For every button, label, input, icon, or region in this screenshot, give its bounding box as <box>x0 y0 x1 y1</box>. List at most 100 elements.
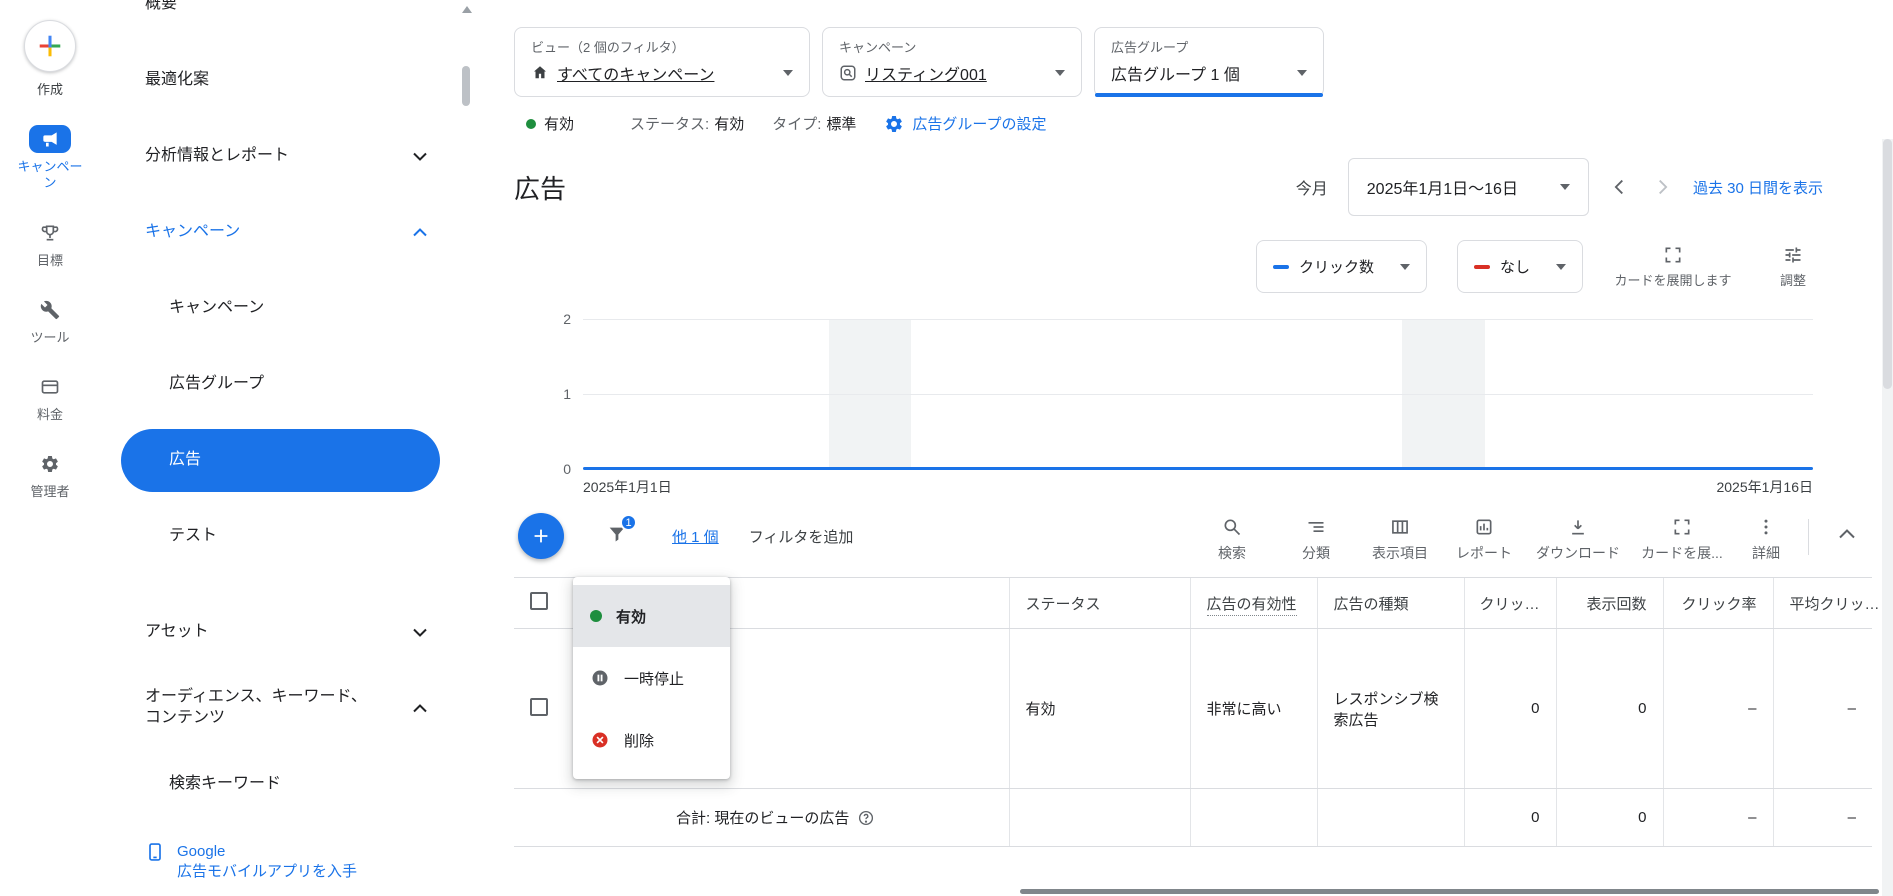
page-title: 広告 <box>514 169 566 206</box>
more-options-button[interactable]: 詳細 <box>1734 513 1798 563</box>
ad-group-status-dropdown[interactable]: 有効 <box>544 113 574 134</box>
filter-button[interactable]: 1 <box>606 523 628 545</box>
scope-selector-row: ビュー（2 個のフィルタ） すべてのキャンペーン キャンペーン <box>514 27 1893 97</box>
segment-label: 分類 <box>1302 543 1330 563</box>
download-button[interactable]: ダウンロード <box>1526 513 1630 563</box>
total-label-cell: 合計: 現在のビューの広告 <box>514 789 1009 847</box>
toolbar-divider <box>1808 519 1809 555</box>
menu-item-paused[interactable]: 一時停止 <box>573 647 730 709</box>
horizontal-scrollbar-thumb[interactable] <box>1020 889 1879 894</box>
column-ad-strength[interactable]: 広告の有効性 <box>1190 578 1317 629</box>
page-header: 広告 今月 2025年1月1日～16日 過去 30 日間を表示 <box>514 158 1823 216</box>
rail-item-goals[interactable]: 目標 <box>14 219 86 269</box>
column-ad-type[interactable]: 広告の種類 <box>1317 578 1464 629</box>
sidebar-section-audiences[interactable]: オーディエンス、キーワード、コンテンツ <box>100 670 478 746</box>
more-vertical-dots-icon <box>1756 517 1776 537</box>
ad-group-selector-label: 広告グループ <box>1111 37 1307 56</box>
ad-group-settings-link[interactable]: 広告グループの設定 <box>912 113 1046 134</box>
ad-group-selector[interactable]: 広告グループ 広告グループ 1 個 <box>1094 27 1324 97</box>
chevron-down-icon <box>413 628 427 637</box>
columns-button[interactable]: 表示項目 <box>1358 513 1442 563</box>
rail-item-campaigns[interactable]: キャンペーン <box>14 125 86 192</box>
smartphone-icon <box>145 842 165 883</box>
rail-item-tools[interactable]: ツール <box>14 296 86 346</box>
previous-period-button[interactable] <box>1609 176 1631 198</box>
menu-removed-label: 削除 <box>624 730 654 751</box>
column-clicks-sorted[interactable]: クリッ… <box>1464 578 1556 629</box>
collapse-table-chevron-up[interactable] <box>1819 513 1865 547</box>
expand-icon <box>1672 517 1692 537</box>
chevron-up-icon <box>413 228 427 237</box>
column-ctr[interactable]: クリック率 <box>1663 578 1773 629</box>
icon-rail: 作成 キャンペーン 目標 ツール 料金 <box>0 0 100 896</box>
create-label: 作成 <box>37 79 63 98</box>
sidebar-section-assets[interactable]: アセット <box>100 594 478 670</box>
settings-gear-icon <box>884 114 904 134</box>
help-icon[interactable] <box>857 809 875 827</box>
view-selector[interactable]: ビュー（2 個のフィルタ） すべてのキャンペーン <box>514 27 810 97</box>
column-avg-cpc[interactable]: 平均クリッ… <box>1773 578 1872 629</box>
more-filters-link[interactable]: 他 1 個 <box>672 526 719 547</box>
next-period-button[interactable] <box>1651 176 1673 198</box>
total-label: 合計: 現在のビューの広告 <box>676 807 849 828</box>
performance-chart: 2 1 0 <box>583 319 1813 469</box>
add-filter-button[interactable]: フィルタを追加 <box>749 526 854 547</box>
sidebar-item-experiments[interactable]: テスト <box>100 498 478 574</box>
report-button[interactable]: レポート <box>1442 513 1526 563</box>
rail-label-goals: 目標 <box>37 253 63 269</box>
secondary-metric-selector[interactable]: なし <box>1457 240 1583 293</box>
select-all-checkbox[interactable] <box>530 592 548 610</box>
mobile-app-text: Google 広告モバイルアプリを入手 <box>177 842 357 883</box>
ad-groups-label: 広告グループ <box>169 374 264 395</box>
vertical-scrollbar[interactable] <box>1882 139 1893 896</box>
primary-metric-selector[interactable]: クリック数 <box>1256 240 1427 293</box>
caret-down-icon <box>783 70 793 76</box>
status-value: 有効 <box>714 113 744 134</box>
column-status[interactable]: ステータス <box>1009 578 1190 629</box>
scrollbar-up-arrow[interactable] <box>462 6 472 13</box>
billing-card-icon <box>29 373 71 401</box>
ad-group-selector-value[interactable]: 広告グループ 1 個 <box>1111 61 1240 85</box>
columns-icon <box>1390 517 1410 537</box>
row-checkbox[interactable] <box>530 698 548 716</box>
campaign-selector[interactable]: キャンペーン リスティング001 <box>822 27 1082 97</box>
search-label: 検索 <box>1218 543 1246 563</box>
segment-button[interactable]: 分類 <box>1274 513 1358 563</box>
sidebar-item-overview[interactable]: 概要 <box>100 0 478 42</box>
mobile-app-link[interactable]: Google 広告モバイルアプリを入手 <box>145 842 357 883</box>
vertical-scrollbar-thumb[interactable] <box>1883 139 1892 389</box>
menu-item-enabled[interactable]: 有効 <box>573 585 730 647</box>
sidebar-item-ad-groups[interactable]: 広告グループ <box>100 346 478 422</box>
view-selector-value[interactable]: すべてのキャンペーン <box>557 61 714 85</box>
secondary-metric-swatch <box>1474 265 1490 269</box>
sidebar-item-ads[interactable]: 広告 <box>121 429 440 492</box>
expand-table-label: カードを展... <box>1641 543 1723 563</box>
column-impressions[interactable]: 表示回数 <box>1556 578 1663 629</box>
more-options-label: 詳細 <box>1752 543 1780 563</box>
sidebar-item-search-keywords[interactable]: 検索キーワード <box>100 746 478 822</box>
create-button[interactable]: 作成 <box>24 20 76 98</box>
rail-item-billing[interactable]: 料金 <box>14 373 86 423</box>
sidebar-item-recommendations[interactable]: 最適化案 <box>100 42 478 118</box>
show-last-30-days-link[interactable]: 過去 30 日間を表示 <box>1693 177 1823 198</box>
rail-item-admin[interactable]: 管理者 <box>14 450 86 500</box>
adjust-button[interactable]: 調整 <box>1763 245 1823 289</box>
download-icon <box>1568 517 1588 537</box>
date-range-picker[interactable]: 2025年1月1日～16日 <box>1348 158 1589 216</box>
sidebar-section-campaigns[interactable]: キャンペーン <box>100 194 478 270</box>
ads-table-zone: ステータス 広告の有効性 広告の種類 クリッ… 表示回数 クリック率 平均クリッ… <box>514 577 1893 847</box>
add-ad-button[interactable] <box>518 513 564 559</box>
campaign-selector-value[interactable]: リスティング001 <box>865 61 987 85</box>
table-tools: 検索 分類 表示項目 レポート ダウンロード <box>1190 513 1865 563</box>
expand-table-card-button[interactable]: カードを展... <box>1630 513 1734 563</box>
expand-icon <box>1663 245 1683 265</box>
menu-item-removed[interactable]: 削除 <box>573 709 730 771</box>
sidebar-item-campaigns[interactable]: キャンペーン <box>100 270 478 346</box>
mobile-app-brand: Google <box>177 842 357 862</box>
expand-card-button[interactable]: カードを展開します <box>1613 245 1733 289</box>
status-strip: 有効 ステータス: 有効 タイプ: 標準 広告グループの設定 <box>514 113 1893 134</box>
gridline <box>583 394 1813 395</box>
sidebar-scrollbar[interactable] <box>462 66 470 106</box>
search-button[interactable]: 検索 <box>1190 513 1274 563</box>
sidebar-item-insights[interactable]: 分析情報とレポート <box>100 118 478 194</box>
